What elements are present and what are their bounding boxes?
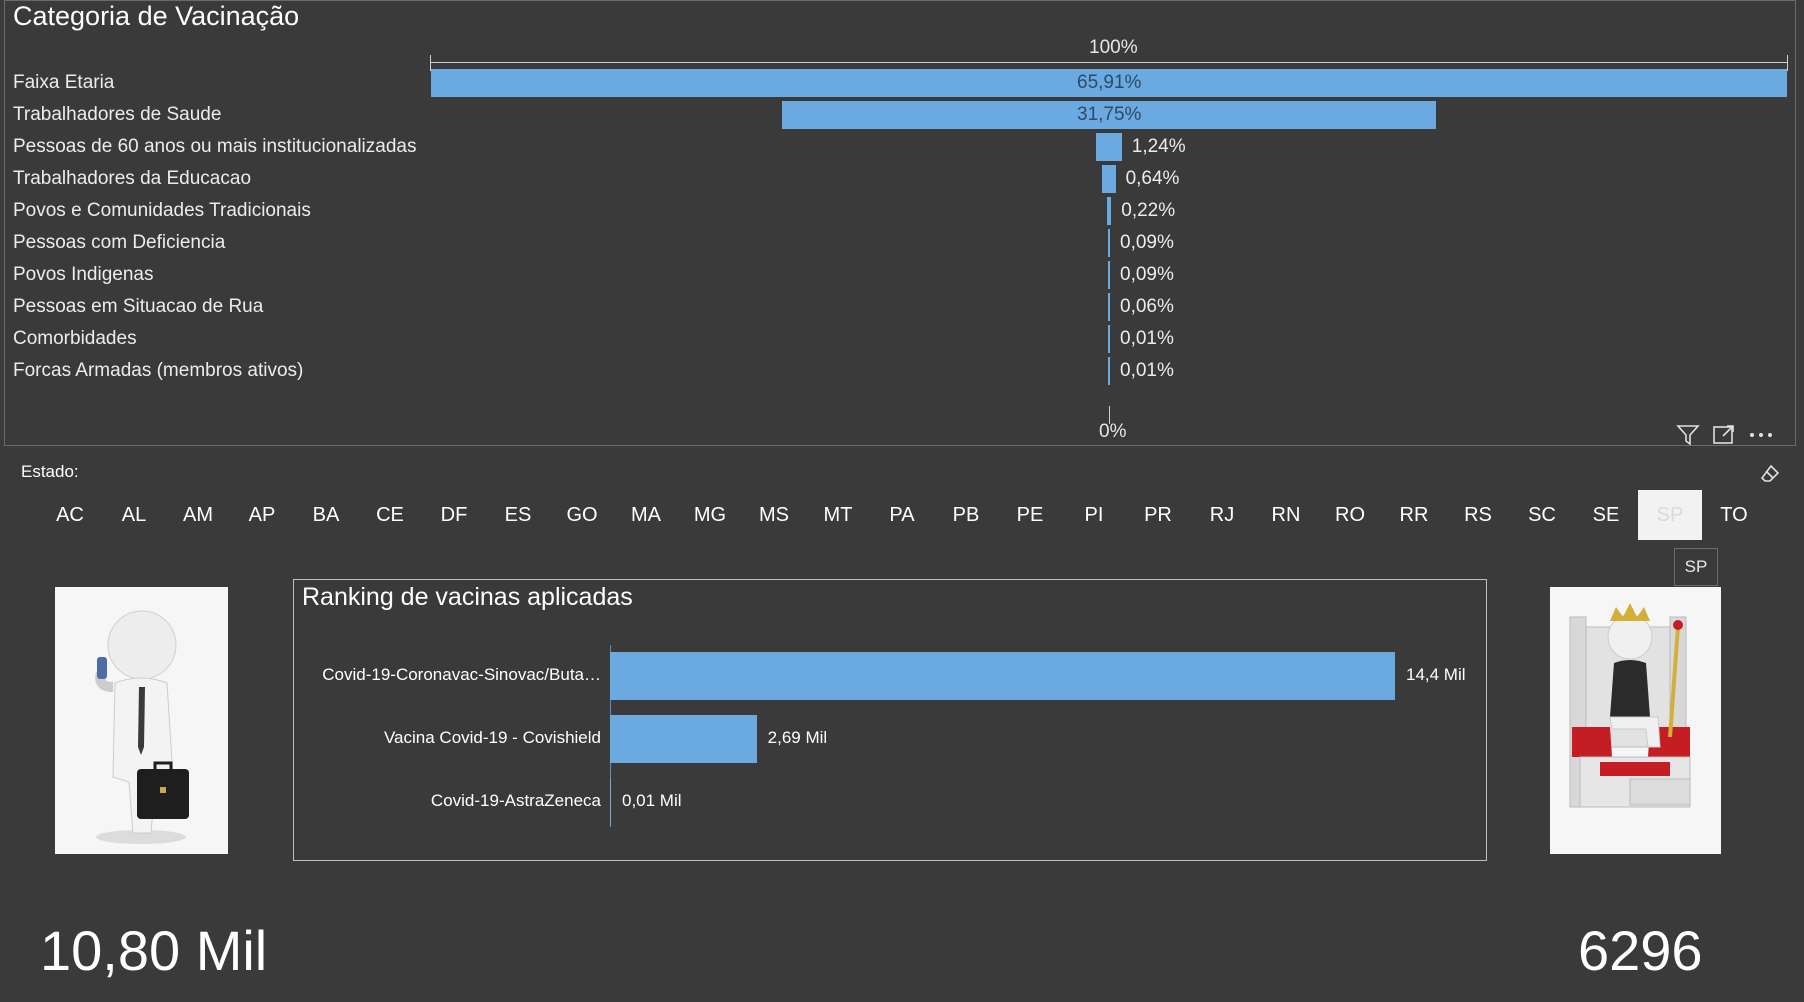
state-button-ro[interactable]: RO: [1318, 490, 1382, 540]
funnel-bottom-label: 0%: [1099, 421, 1127, 442]
businessman-image: [55, 587, 228, 854]
ranking-bar[interactable]: [610, 778, 611, 826]
funnel-bar[interactable]: [1108, 261, 1110, 289]
state-button-mt[interactable]: MT: [806, 490, 870, 540]
funnel-bar[interactable]: [1108, 229, 1110, 257]
filter-icon[interactable]: [1676, 424, 1700, 450]
funnel-category-label: Pessoas em Situacao de Rua: [13, 296, 264, 317]
ranking-label: Covid-19-Coronavac-Sinovac/Buta…: [322, 665, 601, 684]
funnel-category-label: Pessoas de 60 anos ou mais institucional…: [13, 136, 417, 157]
state-button-ce[interactable]: CE: [358, 490, 422, 540]
funnel-top-label: 100%: [1089, 37, 1138, 58]
funnel-title: Categoria de Vacinação: [13, 1, 300, 31]
funnel-bar-value: 0,01%: [1120, 328, 1174, 349]
visual-header-icons: [1676, 424, 1774, 450]
funnel-bar-value: 0,22%: [1121, 200, 1176, 221]
state-button-se[interactable]: SE: [1574, 490, 1638, 540]
funnel-bar-value: 0,64%: [1125, 168, 1180, 189]
ranking-bar[interactable]: [610, 652, 1395, 700]
funnel-category-label: Trabalhadores de Saude: [13, 104, 222, 125]
funnel-category-label: Comorbidades: [13, 328, 137, 349]
eraser-icon[interactable]: [1760, 463, 1780, 488]
state-button-ba[interactable]: BA: [294, 490, 358, 540]
ranking-label: Covid-19-AstraZeneca: [430, 791, 601, 810]
state-button-go[interactable]: GO: [550, 490, 614, 540]
kpi-right-value: 6296: [1578, 919, 1703, 982]
more-options-icon[interactable]: [1748, 424, 1774, 450]
ranking-label: Vacina Covid-19 - Covishield: [383, 728, 601, 747]
state-button-rr[interactable]: RR: [1382, 490, 1446, 540]
funnel-top-axis: [430, 62, 1788, 63]
ranking-value: 0,01 Mil: [622, 791, 682, 810]
funnel-category-label: Faixa Etaria: [13, 72, 115, 93]
ranking-value: 14,4 Mil: [1406, 665, 1466, 684]
state-button-ma[interactable]: MA: [614, 490, 678, 540]
state-button-to[interactable]: TO: [1702, 490, 1766, 540]
state-button-pb[interactable]: PB: [934, 490, 998, 540]
state-button-rj[interactable]: RJ: [1190, 490, 1254, 540]
funnel-bar-value: 0,01%: [1120, 360, 1174, 381]
funnel-bar[interactable]: [1108, 293, 1110, 321]
funnel-bar-value: 0,06%: [1120, 296, 1174, 317]
state-button-pi[interactable]: PI: [1062, 490, 1126, 540]
funnel-category-label: Povos Indigenas: [13, 264, 154, 285]
funnel-category-label: Trabalhadores da Educacao: [13, 168, 252, 189]
funnel-bar-value: 1,24%: [1131, 136, 1186, 157]
funnel-bar[interactable]: [1108, 357, 1110, 385]
estado-slicer: AC AL AM AP BA CE DF ES GO MA MG MS MT PA PB PE PI PR RJ RN…: [38, 490, 1766, 540]
estado-slicer-label: Estado:: [21, 462, 79, 481]
funnel-bar-value: 0,09%: [1120, 264, 1174, 285]
funnel-category-label: Pessoas com Deficiencia: [13, 232, 226, 253]
state-button-df[interactable]: DF: [422, 490, 486, 540]
state-button-sp[interactable]: SP: [1638, 490, 1702, 540]
state-button-pr[interactable]: PR: [1126, 490, 1190, 540]
focus-mode-icon[interactable]: [1712, 424, 1736, 450]
funnel-bar-value: 31,75%: [1077, 104, 1142, 125]
kpi-left-value: 10,80 Mil: [40, 919, 268, 982]
ranking-card: Ranking de vacinas aplicadas Covid-19-Co…: [293, 579, 1487, 861]
funnel-bar[interactable]: [1106, 197, 1112, 225]
funnel-bar[interactable]: [1102, 165, 1116, 193]
state-button-ac[interactable]: AC: [38, 490, 102, 540]
state-button-sc[interactable]: SC: [1510, 490, 1574, 540]
state-button-pe[interactable]: PE: [998, 490, 1062, 540]
state-button-pa[interactable]: PA: [870, 490, 934, 540]
state-button-ms[interactable]: MS: [742, 490, 806, 540]
ranking-title: Ranking de vacinas aplicadas: [302, 583, 633, 611]
funnel-bar[interactable]: [1108, 325, 1110, 353]
state-button-es[interactable]: ES: [486, 490, 550, 540]
ranking-value: 2,69 Mil: [767, 728, 828, 747]
funnel-top-tick-right: [1787, 55, 1788, 71]
state-button-rs[interactable]: RS: [1446, 490, 1510, 540]
state-button-rn[interactable]: RN: [1254, 490, 1318, 540]
state-button-al[interactable]: AL: [102, 490, 166, 540]
funnel-category-label: Povos e Comunidades Tradicionais: [13, 200, 311, 221]
state-button-am[interactable]: AM: [166, 490, 230, 540]
funnel-bar-value: 0,09%: [1120, 232, 1174, 253]
king-throne-image: [1550, 587, 1721, 854]
selected-state-tooltip: SP: [1674, 548, 1718, 586]
state-button-mg[interactable]: MG: [678, 490, 742, 540]
funnel-bar[interactable]: [1096, 133, 1122, 161]
ranking-bar[interactable]: [610, 715, 757, 763]
funnel-card: Categoria de Vacinação 100% Faixa Etaria…: [4, 0, 1796, 446]
funnel-category-label: Forcas Armadas (membros ativos): [13, 360, 304, 381]
funnel-bar-value: 65,91%: [1077, 72, 1142, 93]
state-button-ap[interactable]: AP: [230, 490, 294, 540]
